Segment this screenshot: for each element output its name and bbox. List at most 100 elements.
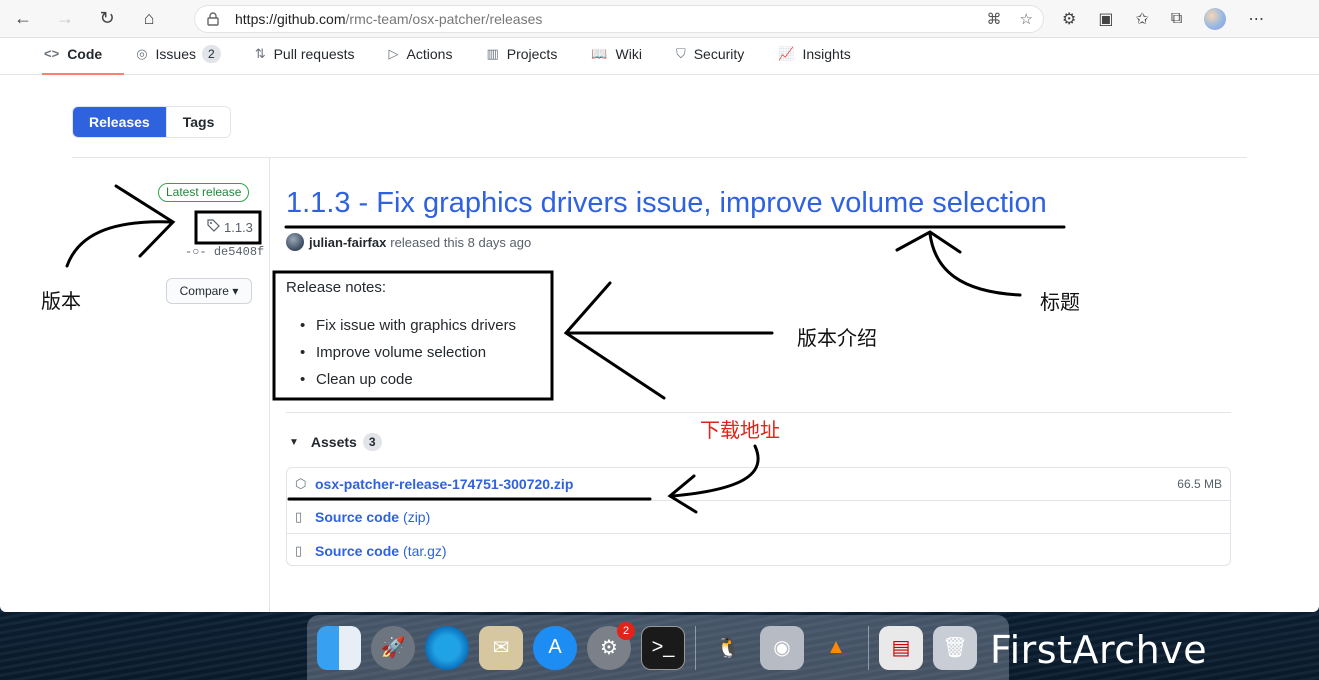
trash-icon[interactable]: 🗑 [933, 625, 977, 670]
annotation-title: 标题 [1040, 290, 1080, 314]
tab-label: Pull requests [273, 45, 355, 62]
address-bar[interactable]: https://github.com/rmc-team/osx-patcher/… [194, 4, 1044, 33]
asset-size: 66.5 MB [1177, 477, 1222, 491]
commit-icon: -○- [185, 245, 207, 259]
system-preferences-icon[interactable]: ⚙ 2 [587, 621, 635, 670]
release-title[interactable]: 1.1.3 - Fix graphics drivers issue, impr… [286, 187, 1047, 220]
annotation-download: 下载地址 [700, 418, 780, 442]
releases-tags-switch: Releases Tags [72, 106, 232, 138]
tag-icon [207, 219, 220, 235]
divider [72, 157, 1247, 158]
tab-security[interactable]: ⛉ Security [676, 37, 758, 74]
intro-arrowhead [563, 281, 666, 400]
tab-projects[interactable]: ▥ Projects [486, 37, 571, 74]
browser-toolbar: ← → ↻ ⌂ https://github.com/rmc-team/osx-… [0, 0, 1319, 38]
latest-release-badge: Latest release [158, 183, 250, 202]
tag-label: 1.1.3 [224, 219, 253, 235]
disk-utility-icon[interactable]: ◉ [760, 625, 804, 670]
assets-list: ⬡ osx-patcher-release-174751-300720.zip … [286, 467, 1231, 566]
issue-count: 2 [202, 44, 221, 63]
tag-link[interactable]: 1.1.3 [207, 219, 253, 235]
graph-icon: 📈 [778, 45, 795, 61]
tab-code[interactable]: <> Code [41, 37, 125, 75]
assets-toggle[interactable]: ▼ Assets 3 [289, 433, 382, 451]
tab-pull-requests[interactable]: ⇅ Pull requests [255, 37, 369, 74]
vlc-icon[interactable]: ▲ [814, 626, 858, 670]
watermark: FirstArchve [990, 628, 1208, 672]
lock-icon [207, 11, 221, 26]
screenshot-preview-icon[interactable]: ▤ [879, 625, 923, 670]
project-icon: ▥ [486, 45, 499, 61]
tab-label: Actions [406, 45, 453, 62]
release-notes-list: Fix issue with graphics drivers Improve … [300, 316, 516, 397]
browser-window: ← → ↻ ⌂ https://github.com/rmc-team/osx-… [0, 0, 1319, 612]
list-item: Fix issue with graphics drivers [300, 316, 516, 343]
commit-link[interactable]: -○- de5408f [185, 245, 264, 259]
url-host: https://github.com [235, 10, 346, 27]
extension-icon[interactable]: ⚙ [1062, 9, 1076, 29]
notification-badge: 2 [617, 621, 635, 640]
favorite-star-icon[interactable]: ☆ [1020, 10, 1033, 28]
terminal-icon[interactable]: >_ [641, 625, 685, 670]
assets-label: Assets [310, 434, 357, 450]
title-arrow [928, 232, 1022, 297]
annotation-version: 版本 [41, 289, 81, 313]
preview-icon[interactable]: ✉ [479, 625, 523, 670]
released-text: released this 8 days ago [390, 234, 532, 250]
annotation-intro: 版本介绍 [797, 326, 877, 350]
commit-sha: de5408f [213, 245, 265, 259]
code-icon: <> [44, 46, 60, 61]
release-notes-heading: Release notes: [286, 279, 387, 296]
url-path: /rmc-team/osx-patcher/releases [345, 10, 543, 27]
tab-issues[interactable]: ◎ Issues 2 [136, 37, 235, 74]
releases-tab[interactable]: Releases [73, 107, 166, 137]
file-zip-icon: ▯ [295, 542, 303, 558]
forward-icon[interactable]: → [50, 4, 80, 34]
translate-icon[interactable]: ⌘ [987, 10, 1002, 28]
collections-icon[interactable]: ⧉ [1171, 10, 1182, 28]
triangle-down-icon: ▼ [289, 436, 299, 448]
dock-separator [695, 625, 696, 670]
asset-row: ▯ Source code (tar.gz) [287, 534, 1230, 567]
tags-tab[interactable]: Tags [165, 107, 231, 137]
title-arrowhead [895, 230, 962, 254]
compare-button[interactable]: Compare ▾ [166, 278, 252, 304]
edge-browser-icon[interactable] [425, 625, 469, 670]
reload-icon[interactable]: ↻ [92, 4, 122, 34]
tab-label: Code [67, 45, 103, 62]
author-avatar[interactable] [286, 233, 304, 251]
tab-label: Wiki [615, 45, 642, 62]
finder-icon[interactable] [317, 625, 361, 670]
timeline-divider [269, 157, 270, 612]
asset-link[interactable]: osx-patcher-release-174751-300720.zip [315, 476, 573, 492]
extension-square-icon[interactable]: ▣ [1098, 9, 1113, 29]
repo-nav: <> Code ◎ Issues 2 ⇅ Pull requests ▷ Actions ▥ Pro… [0, 38, 1319, 75]
asset-row: ⬡ osx-patcher-release-174751-300720.zip … [287, 468, 1230, 501]
asset-link[interactable]: Source code [315, 509, 399, 525]
file-zip-icon: ▯ [295, 509, 303, 524]
asset-link[interactable]: Source code [315, 543, 399, 559]
tab-wiki[interactable]: 📖 Wiki [591, 37, 656, 74]
qq-icon[interactable]: 🐧 [706, 626, 750, 670]
back-icon[interactable]: ← [8, 4, 38, 34]
book-icon: 📖 [591, 45, 608, 61]
list-item: Clean up code [300, 370, 516, 397]
profile-avatar[interactable] [1204, 7, 1227, 30]
release-meta: julian-fairfax released this 8 days ago [286, 233, 531, 251]
app-store-icon[interactable]: A [533, 625, 577, 670]
version-arrow [65, 220, 174, 268]
favorites-icon[interactable]: ✩ [1135, 9, 1148, 29]
more-menu-icon[interactable]: ⋯ [1248, 9, 1264, 29]
launchpad-icon[interactable]: 🚀 [371, 625, 415, 670]
author-link[interactable]: julian-fairfax [309, 235, 386, 250]
asset-format[interactable]: (tar.gz) [403, 543, 447, 559]
home-icon[interactable]: ⌂ [134, 4, 164, 34]
tab-actions[interactable]: ▷ Actions [389, 37, 467, 74]
asset-format[interactable]: (zip) [403, 509, 430, 525]
assets-count: 3 [362, 433, 382, 451]
divider [286, 412, 1231, 413]
compare-label: Compare [179, 284, 229, 298]
tab-label: Projects [506, 45, 558, 62]
play-icon: ▷ [388, 45, 399, 61]
tab-insights[interactable]: 📈 Insights [778, 37, 864, 74]
